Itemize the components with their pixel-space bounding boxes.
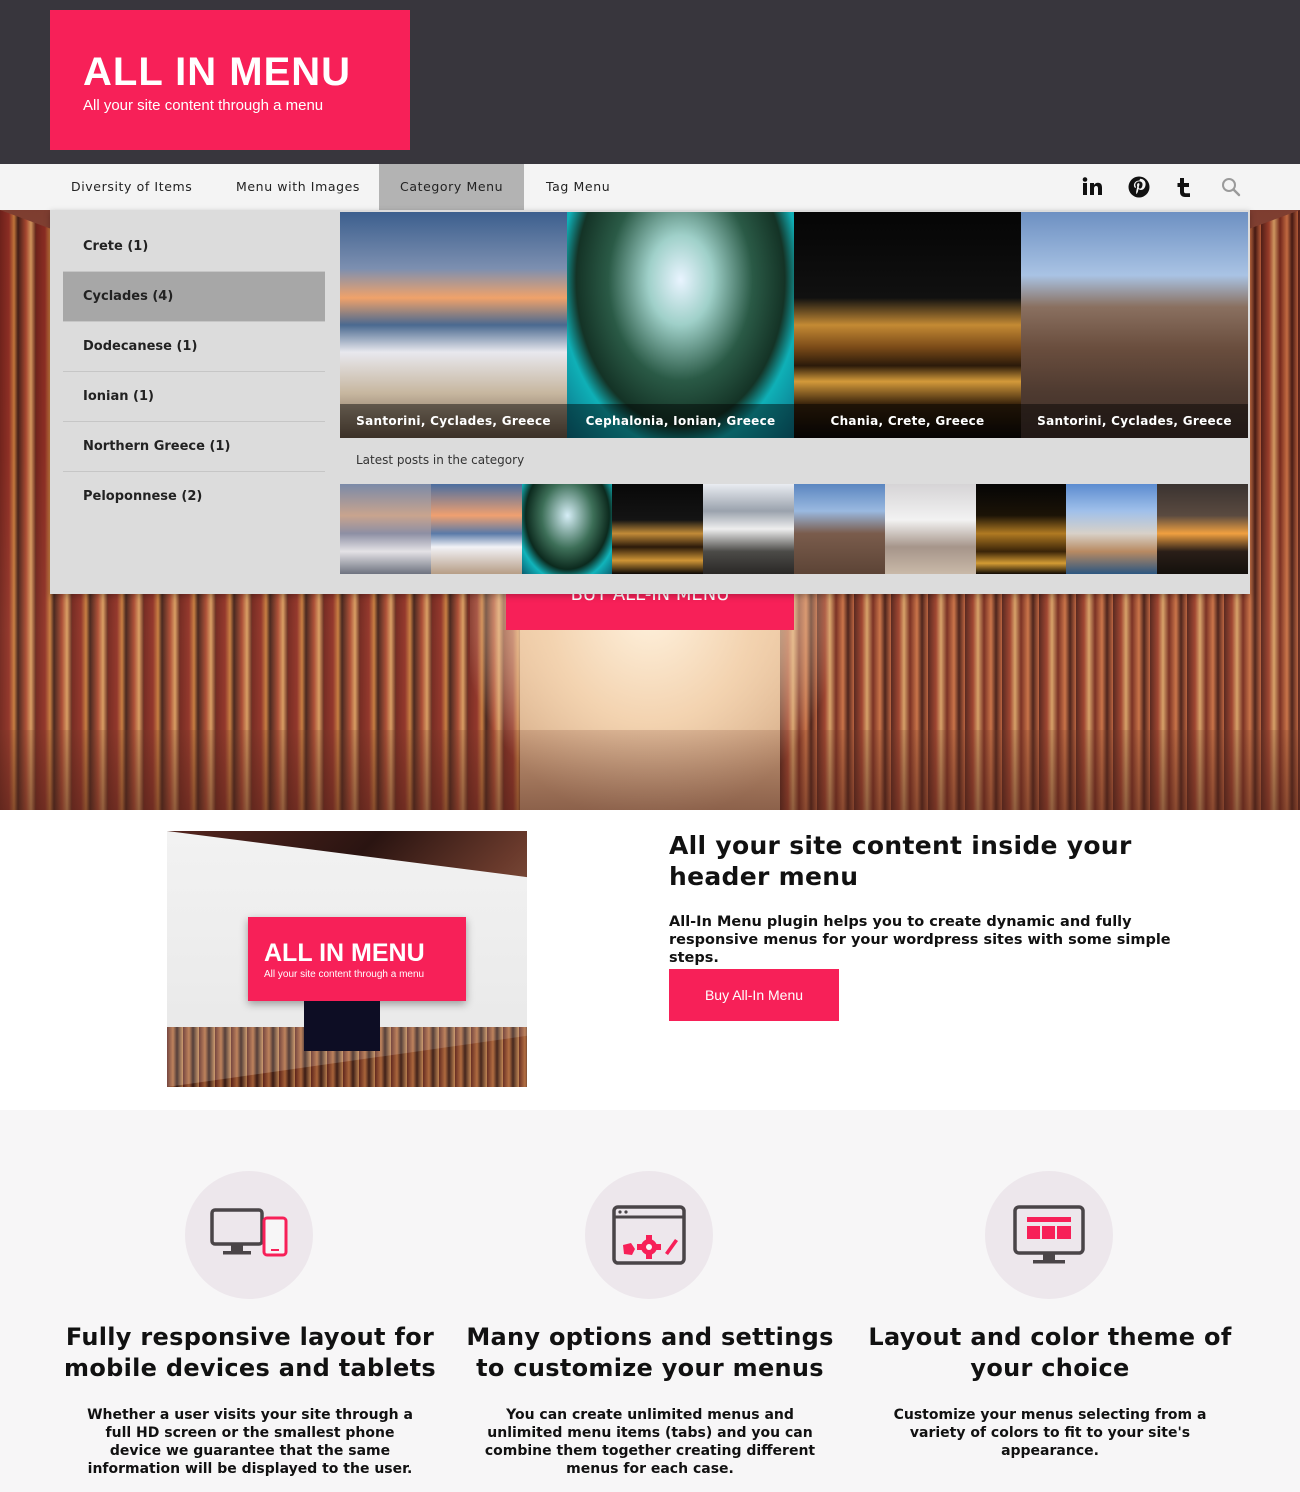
nav-item-diversity-of-items[interactable]: Diversity of Items — [50, 164, 213, 210]
latest-post-thumbnail[interactable] — [794, 484, 885, 574]
latest-post-thumbnail[interactable] — [1157, 484, 1248, 574]
nav-item-category-menu[interactable]: Category Menu — [379, 164, 525, 210]
search-icon[interactable] — [1219, 175, 1243, 199]
featured-post-caption: Cephalonia, Ionian, Greece — [567, 404, 794, 438]
latest-post-thumbnail[interactable] — [1066, 484, 1157, 574]
feature-icon-circle — [985, 1171, 1113, 1299]
latest-post-thumbnail[interactable] — [431, 484, 522, 574]
latest-post-thumbnail[interactable] — [340, 484, 431, 574]
latest-post-thumbnail[interactable] — [522, 484, 613, 574]
screenshot-logo-tagline: All your site content through a menu — [264, 969, 425, 980]
category-item-cyclades[interactable]: Cyclades (4) — [63, 272, 325, 322]
featured-posts: Santorini, Cyclades, Greece Cephalonia, … — [340, 212, 1248, 438]
screenshot-logo: ALL IN MENU All your site content throug… — [248, 917, 466, 1001]
featured-post-caption: Santorini, Cyclades, Greece — [1021, 404, 1248, 438]
linkedin-icon[interactable] — [1080, 175, 1104, 199]
featured-post-caption: Santorini, Cyclades, Greece — [340, 404, 567, 438]
category-item-crete[interactable]: Crete (1) — [63, 222, 325, 272]
category-list: Crete (1) Cyclades (4) Dodecanese (1) Io… — [63, 222, 325, 522]
intro-section: ALL IN MENU All your site content throug… — [0, 810, 1300, 1110]
feature-body: Customize your menus selecting from a va… — [893, 1407, 1207, 1459]
pinterest-icon[interactable] — [1127, 175, 1151, 199]
tumblr-icon[interactable] — [1173, 175, 1197, 199]
nav-item-tag-menu[interactable]: Tag Menu — [525, 164, 631, 210]
feature-title: Layout and color theme of your choice — [868, 1323, 1232, 1382]
latest-post-thumbnail[interactable] — [976, 484, 1067, 574]
category-item-northern-greece[interactable]: Northern Greece (1) — [63, 422, 325, 472]
featured-post-card[interactable]: Chania, Crete, Greece — [794, 212, 1021, 438]
product-screenshot: ALL IN MENU All your site content throug… — [167, 831, 527, 1087]
buy-all-in-menu-button[interactable]: Buy All-In Menu — [669, 969, 839, 1021]
category-item-peloponnese[interactable]: Peloponnese (2) — [63, 472, 325, 522]
latest-post-thumbnail[interactable] — [703, 484, 794, 574]
latest-posts-label: Latest posts in the category — [356, 453, 525, 467]
featured-post-card[interactable]: Santorini, Cyclades, Greece — [340, 212, 567, 438]
responsive-devices-icon — [210, 1208, 288, 1257]
feature-title: Fully responsive layout for mobile devic… — [64, 1323, 436, 1382]
hero-floor — [0, 730, 1300, 810]
screenshot-video — [304, 1001, 380, 1051]
featured-post-card[interactable]: Santorini, Cyclades, Greece — [1021, 212, 1248, 438]
feature-body: You can create unlimited menus and unlim… — [484, 1407, 816, 1477]
feature-icon-circle — [585, 1171, 713, 1299]
screenshot-logo-title: ALL IN MENU — [264, 939, 425, 967]
featured-post-caption: Chania, Crete, Greece — [794, 404, 1021, 438]
category-mega-menu: Crete (1) Cyclades (4) Dodecanese (1) Io… — [50, 210, 1250, 594]
features-section: Fully responsive layout for mobile devic… — [0, 1110, 1300, 1492]
settings-window-icon — [612, 1205, 686, 1265]
layout-monitor-icon — [1013, 1205, 1085, 1264]
logo-title: ALL IN MENU — [83, 50, 352, 94]
intro-heading: All your site content inside your header… — [669, 831, 1132, 891]
latest-post-thumbnail[interactable] — [612, 484, 703, 574]
feature-title: Many options and settings to customize y… — [466, 1323, 834, 1382]
category-item-ionian[interactable]: Ionian (1) — [63, 372, 325, 422]
main-navigation: Diversity of Items Menu with Images Cate… — [0, 164, 1300, 210]
site-header: ALL IN MENU All your site content throug… — [0, 0, 1300, 164]
nav-item-menu-with-images[interactable]: Menu with Images — [215, 164, 381, 210]
latest-posts-strip — [340, 484, 1248, 574]
site-logo[interactable]: ALL IN MENU All your site content throug… — [50, 10, 410, 150]
category-item-dodecanese[interactable]: Dodecanese (1) — [63, 322, 325, 372]
latest-post-thumbnail[interactable] — [885, 484, 976, 574]
logo-tagline: All your site content through a menu — [83, 97, 324, 114]
featured-post-card[interactable]: Cephalonia, Ionian, Greece — [567, 212, 794, 438]
feature-body: Whether a user visits your site through … — [87, 1407, 413, 1477]
feature-icon-circle — [185, 1171, 313, 1299]
intro-body: All-In Menu plugin helps you to create d… — [669, 914, 1171, 966]
